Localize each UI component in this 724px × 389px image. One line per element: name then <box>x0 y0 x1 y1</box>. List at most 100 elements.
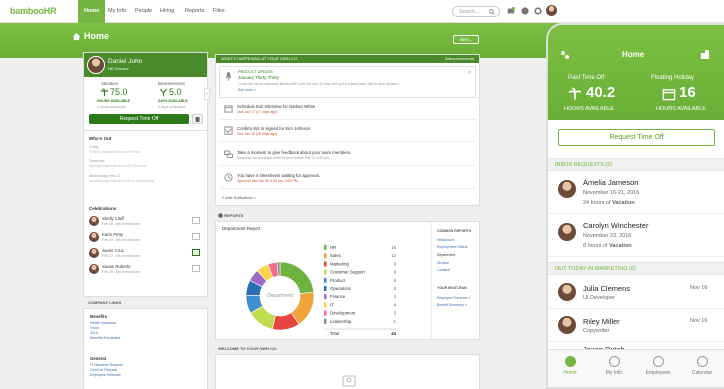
feed-item[interactable]: Confirm W4 in signed for Kim Johnson Due… <box>219 122 476 142</box>
out-date: Nov 16 <box>690 318 708 324</box>
celebration-item[interactable]: Karin Petty Feb 20 - 6th Anniversary <box>84 230 207 246</box>
legend-label[interactable]: Customer Support <box>330 270 366 275</box>
older-notifications-link[interactable]: 2 older Notifications » <box>222 196 256 200</box>
legend-label[interactable]: Leadership <box>330 319 352 324</box>
mobile-request-label: Request Time Off <box>609 134 664 141</box>
company-link[interactable]: OrmCon Request <box>90 368 117 372</box>
inbox-icon[interactable] <box>700 50 710 60</box>
tab-my-info[interactable]: My Info <box>592 350 636 387</box>
out-today-item[interactable]: Julia Clemens UI Developer Nov 16 <box>548 277 724 309</box>
calendar-icon[interactable] <box>192 249 200 256</box>
request-time-off-label: Request Time Off <box>119 116 159 122</box>
out-today-section[interactable]: OUT TODAY IN MARKETING (6) <box>548 262 724 275</box>
feed-header-title: WHAT'S HAPPENING AT YOUR OWN CO. <box>221 56 298 61</box>
person-icon <box>608 356 620 367</box>
gear-icon[interactable] <box>534 7 542 15</box>
tab-employees[interactable]: Employees <box>636 350 680 387</box>
inbox-requests-section[interactable]: INBOX REQUESTS (2) <box>548 158 724 171</box>
most-run-title: YOUR MOST-RUN <box>437 286 467 290</box>
new-button[interactable]: New... <box>453 35 479 44</box>
company-links-header: COMPANY LINKS <box>88 300 121 305</box>
legend-label[interactable]: Development <box>330 311 356 316</box>
legend-label[interactable]: Finance <box>330 294 346 299</box>
department-chart: Department HR 16Sales 12Marketing 9Customer… <box>245 245 397 336</box>
see-more-link[interactable]: See more » <box>238 88 256 92</box>
legend-label[interactable]: Sales <box>330 253 341 258</box>
mobile-title: Home <box>622 50 645 59</box>
feed-item[interactable]: Schedule Exit Interview for Nathan White… <box>219 100 476 120</box>
feed-item[interactable]: Take a moment to give feedback about you… <box>219 146 476 166</box>
celebration-item[interactable]: Susan Roberts Feb 25 - 6th Anniversary <box>84 262 207 278</box>
calculator-button[interactable] <box>192 114 203 124</box>
report-link[interactable]: Department <box>437 253 455 257</box>
report-link[interactable]: Benefit Summary » <box>437 303 467 307</box>
feed-item[interactable]: You have 4 timesheets waiting for approv… <box>219 169 476 189</box>
links-group-label: Benefits <box>90 314 107 319</box>
legend-total-value: 44 <box>391 331 396 336</box>
company-links-title: COMPANY LINKS <box>88 300 122 305</box>
inbox-request-item[interactable]: Carolyn Winchester November 23, 2016 8 h… <box>548 215 724 257</box>
search-input[interactable]: Search... <box>452 6 500 17</box>
avatar <box>558 283 576 301</box>
tab-calendar[interactable]: Calendar <box>680 350 724 387</box>
report-link[interactable]: Location <box>437 268 450 272</box>
legend-swatch <box>324 277 327 283</box>
announcement-item[interactable]: PRODUCT UPDATE January Thirty Thirty Loo… <box>219 66 476 98</box>
legend-value: 3 <box>394 311 397 316</box>
palm-tree-icon <box>568 87 582 100</box>
request-time-off-button[interactable]: Request Time Off <box>89 114 189 124</box>
company-link[interactable]: IT Helpdesk Request <box>90 363 123 367</box>
checkbox-icon <box>224 126 233 135</box>
legend-swatch <box>324 269 327 275</box>
nav-my-info[interactable]: My Info <box>102 0 132 23</box>
avatar <box>558 316 576 334</box>
profile-avatar[interactable] <box>87 56 105 74</box>
celebration-item[interactable]: Javier Cruz Feb 22 - 6th Anniversary <box>84 246 207 262</box>
report-link[interactable]: Division <box>437 261 449 265</box>
donut-slice-hr[interactable] <box>279 261 315 295</box>
nav-hiring[interactable]: Hiring <box>154 0 180 23</box>
legend-label[interactable]: IT <box>330 302 334 307</box>
nav-reports[interactable]: Reports <box>179 0 210 23</box>
bamboohr-logo[interactable]: bambooHR <box>10 6 57 16</box>
inbox-request-item[interactable]: Amelia Jameson November 16-21, 2016 24 h… <box>548 172 724 214</box>
whos-out-title: Who's Out <box>89 136 112 141</box>
company-link[interactable]: Vision <box>90 326 99 330</box>
announcements-link[interactable]: Announcements <box>445 55 474 63</box>
mobile-request-time-off-button[interactable]: Request Time Off <box>558 129 715 146</box>
collapse-handle[interactable]: ‹ <box>204 88 210 100</box>
celebration-item[interactable]: Shelly Cluff Feb 18 - 6th Anniversary <box>84 214 207 230</box>
request-dates: November 16-21, 2016 <box>583 190 640 196</box>
close-icon[interactable]: × <box>468 70 471 76</box>
vacation-label: Vacation <box>101 81 119 86</box>
company-link[interactable]: 401K <box>90 331 98 335</box>
calendar-icon[interactable] <box>192 217 200 224</box>
calendar-icon[interactable] <box>192 233 200 240</box>
plant-icon <box>160 88 167 97</box>
legend-label[interactable]: Marketing <box>330 261 349 266</box>
celebration-name: Shelly Cluff <box>102 216 124 221</box>
user-avatar[interactable] <box>546 5 557 16</box>
celebration-detail: Feb 22 - 6th Anniversary <box>102 254 141 258</box>
legend-label[interactable]: Operations <box>330 286 351 291</box>
calendar-icon[interactable] <box>192 265 200 272</box>
legend-swatch <box>324 302 327 308</box>
company-link[interactable]: Benefits Enrollment <box>90 336 120 340</box>
inbox-icon[interactable] <box>507 7 515 15</box>
mobile-tab-bar: Home My Info Employees Calendar <box>548 349 724 387</box>
bereavement-label: Bereavement <box>158 81 185 86</box>
legend-label[interactable]: Product <box>330 278 346 283</box>
company-link[interactable]: Employee Referrals <box>90 373 121 377</box>
profile-name[interactable]: Daniel John <box>108 58 142 65</box>
help-icon[interactable] <box>521 7 529 15</box>
org-chart-icon[interactable] <box>560 50 570 60</box>
report-link[interactable]: Employment Status <box>437 245 467 249</box>
requester-name: Carolyn Winchester <box>583 221 649 230</box>
report-link[interactable]: Headcount <box>437 238 454 242</box>
legend-label[interactable]: HR <box>330 245 336 250</box>
company-link[interactable]: Health Insurance <box>90 321 116 325</box>
report-link[interactable]: Employee Turnover » <box>437 296 470 300</box>
out-today-item[interactable]: Riley Miller Copywriter Nov 16 <box>548 310 724 342</box>
tab-home[interactable]: Home <box>548 350 592 387</box>
nav-files[interactable]: Files <box>207 0 231 23</box>
